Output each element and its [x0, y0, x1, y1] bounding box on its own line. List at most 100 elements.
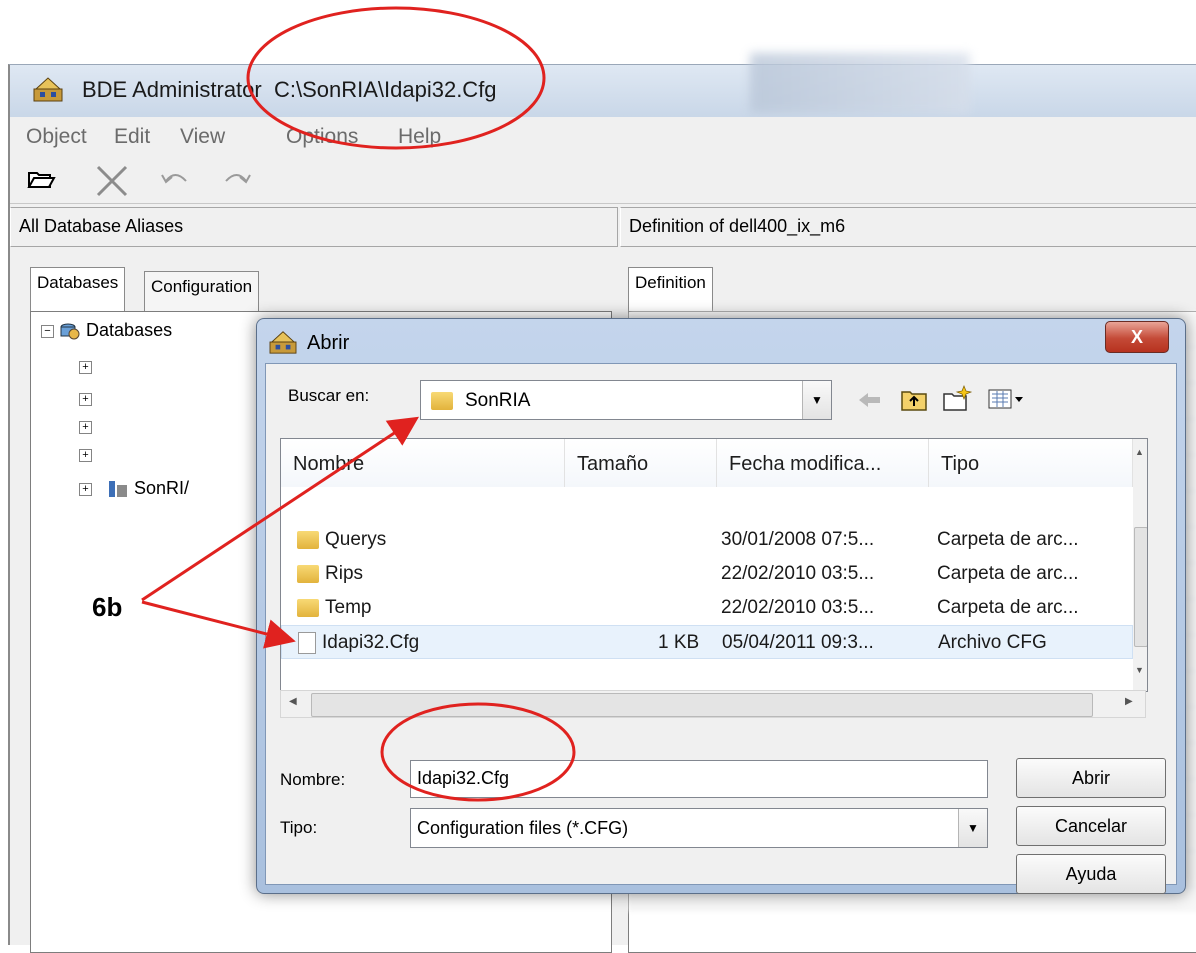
config-path: C:\SonRIA\Idapi32.Cfg [273, 77, 497, 102]
file-date: 22/02/2010 03:5... [721, 563, 875, 584]
tab-definition[interactable]: Definition [628, 267, 713, 311]
scroll-right-icon[interactable]: ▶ [1125, 696, 1133, 707]
tree-root-label: Databases [86, 320, 173, 340]
folder-icon [297, 530, 319, 549]
bde-app-icon [33, 77, 63, 102]
app-title: BDE Administrator [82, 77, 262, 102]
database-alias-icon [109, 481, 128, 498]
file-type: Carpeta de arc... [937, 563, 1079, 584]
blurred-background [750, 53, 970, 113]
window-title: BDE Administrator C:\SonRIA\Idapi32.Cfg [82, 77, 497, 103]
menu-object[interactable]: Object [26, 125, 87, 149]
cancel-button[interactable]: Cancelar [1016, 806, 1166, 846]
file-type-label: Tipo: [280, 818, 318, 837]
open-folder-icon[interactable] [26, 165, 56, 193]
dialog-title: Abrir [307, 332, 350, 354]
file-name-label: Nombre: [280, 770, 346, 789]
file-name: Rips [325, 563, 364, 584]
expand-icon[interactable]: + [79, 482, 92, 496]
redo-icon[interactable] [220, 165, 254, 191]
cfg-file-icon [298, 632, 316, 654]
file-size: 1 KB [658, 632, 700, 653]
folder-icon [431, 392, 453, 410]
file-name-cell: Idapi32.Cfg [298, 632, 419, 654]
file-name: Temp [325, 597, 372, 618]
file-date: 30/01/2008 07:5... [721, 529, 875, 550]
tree-item[interactable]: + [79, 388, 92, 409]
expand-icon[interactable]: + [79, 448, 92, 462]
file-row[interactable]: Rips 22/02/2010 03:5... Carpeta de arc..… [281, 557, 1133, 591]
file-row[interactable]: Temp 22/02/2010 03:5... Carpeta de arc..… [281, 591, 1133, 625]
scroll-up-icon[interactable]: ▲ [1135, 447, 1144, 457]
horizontal-scrollbar[interactable]: ◀ ▶ [280, 690, 1146, 718]
column-header-size[interactable]: Tamaño [565, 439, 717, 487]
toolbar [10, 157, 1196, 204]
menu-view[interactable]: View [180, 125, 225, 149]
close-button[interactable]: X [1105, 321, 1169, 353]
tree-item[interactable]: + [79, 416, 92, 437]
chevron-down-icon[interactable]: ▼ [958, 809, 987, 847]
open-file-dialog: Abrir X Buscar en: SonRIA ▼ Nombre Tamañ… [256, 318, 1186, 894]
file-type-combo[interactable]: Configuration files (*.CFG) ▼ [410, 808, 988, 848]
file-type: Carpeta de arc... [937, 597, 1079, 618]
scroll-down-icon[interactable]: ▼ [1135, 665, 1144, 675]
open-button[interactable]: Abrir [1016, 758, 1166, 798]
vertical-scrollbar[interactable]: ▲ ▼ [1133, 439, 1147, 691]
file-name-cell: Rips [297, 563, 363, 585]
chevron-down-icon[interactable]: ▼ [802, 381, 831, 419]
new-folder-icon[interactable] [942, 384, 972, 412]
lookin-label: Buscar en: [288, 386, 370, 405]
scrollbar-thumb[interactable] [311, 693, 1093, 717]
tree-item[interactable]: + [79, 356, 92, 377]
back-arrow-icon[interactable] [856, 390, 884, 410]
up-folder-icon[interactable] [900, 386, 928, 412]
databases-icon [60, 323, 80, 340]
scrollbar-thumb[interactable] [1134, 527, 1147, 647]
tree-item-sonria[interactable]: + SonRI/ [79, 478, 189, 499]
undo-icon[interactable] [158, 165, 192, 191]
menu-bar: Object Edit View Options Help [10, 117, 1196, 158]
file-row-selected[interactable]: Idapi32.Cfg 1 KB 05/04/2011 09:3... Arch… [281, 625, 1133, 659]
file-name: Querys [325, 529, 387, 550]
folder-icon [297, 598, 319, 617]
file-type: Archivo CFG [938, 632, 1047, 653]
help-button[interactable]: Ayuda [1016, 854, 1166, 894]
file-date: 05/04/2011 09:3... [722, 632, 874, 653]
file-type-value: Configuration files (*.CFG) [417, 818, 629, 838]
dialog-app-icon [269, 331, 297, 354]
delete-icon[interactable] [94, 165, 130, 197]
tree-root[interactable]: − Databases [41, 320, 172, 341]
tree-item[interactable]: + [79, 444, 92, 465]
expand-icon[interactable]: + [79, 420, 92, 434]
file-name: Idapi32.Cfg [322, 632, 420, 654]
file-name-cell: Temp [297, 597, 371, 619]
menu-options[interactable]: Options [286, 125, 358, 149]
definition-header: Definition of dell400_ix_m6 [620, 207, 1196, 247]
expand-icon[interactable]: + [79, 392, 92, 406]
file-row[interactable]: Querys 30/01/2008 07:5... Carpeta de arc… [281, 523, 1133, 557]
menu-help[interactable]: Help [398, 125, 441, 149]
view-menu-icon[interactable] [988, 388, 1026, 410]
folder-icon [297, 564, 319, 583]
scroll-left-icon[interactable]: ◀ [289, 696, 297, 707]
collapse-icon[interactable]: − [41, 324, 54, 338]
lookin-value: SonRIA [465, 390, 531, 411]
expand-icon[interactable]: + [79, 360, 92, 374]
file-date: 22/02/2010 03:5... [721, 597, 875, 618]
menu-edit[interactable]: Edit [114, 125, 150, 149]
column-header-name[interactable]: Nombre [281, 439, 565, 487]
dialog-body: Buscar en: SonRIA ▼ Nombre Tamaño Fecha … [265, 363, 1177, 894]
tree-item-label: SonRI/ [134, 478, 190, 498]
file-name-input[interactable]: Idapi32.Cfg [410, 760, 988, 798]
file-list[interactable]: Nombre Tamaño Fecha modifica... Tipo Que… [280, 438, 1148, 692]
all-aliases-header: All Database Aliases [10, 207, 618, 247]
annotation-label: 6b [92, 592, 123, 622]
column-header-type[interactable]: Tipo [929, 439, 1133, 487]
title-bar: BDE Administrator C:\SonRIA\Idapi32.Cfg [10, 53, 1196, 117]
tab-configuration[interactable]: Configuration [144, 271, 260, 311]
file-name-cell: Querys [297, 529, 386, 551]
lookin-combo[interactable]: SonRIA ▼ [420, 380, 832, 420]
column-header-date[interactable]: Fecha modifica... [717, 439, 929, 487]
file-type: Carpeta de arc... [937, 529, 1079, 550]
tab-databases[interactable]: Databases [30, 267, 126, 311]
